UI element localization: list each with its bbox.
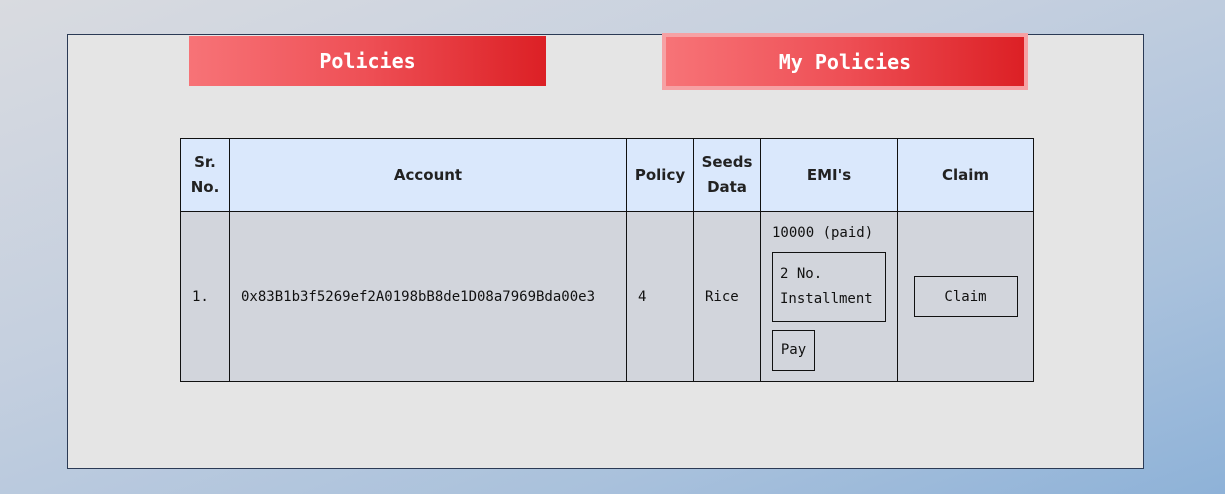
header-claim: Claim bbox=[897, 138, 1034, 212]
cell-emis: 10000 (paid) 2 No. Installment Pay bbox=[760, 211, 898, 382]
table-header-row: Sr. No. Account Policy Seeds Data EMI's … bbox=[180, 138, 1034, 212]
cell-account-address: 0x83B1b3f5269ef2A0198bB8de1D08a7969Bda00… bbox=[229, 211, 627, 382]
header-emis: EMI's bbox=[760, 138, 898, 212]
cell-seeds-data: Rice bbox=[693, 211, 761, 382]
header-sr-no: Sr. No. bbox=[180, 138, 230, 212]
cell-policy-id: 4 bbox=[626, 211, 694, 382]
policies-tab-button[interactable]: Policies bbox=[189, 36, 546, 86]
emi-paid-amount: 10000 (paid) bbox=[772, 224, 874, 241]
header-policy: Policy bbox=[626, 138, 694, 212]
cell-claim: Claim bbox=[897, 211, 1034, 382]
header-seeds-data: Seeds Data bbox=[693, 138, 761, 212]
table-row: 1. 0x83B1b3f5269ef2A0198bB8de1D08a7969Bd… bbox=[180, 211, 1034, 382]
cell-sr-no: 1. bbox=[180, 211, 230, 382]
claim-button[interactable]: Claim bbox=[913, 276, 1018, 317]
installment-count: 2 No. Installment bbox=[772, 251, 886, 322]
policies-table: Sr. No. Account Policy Seeds Data EMI's … bbox=[180, 138, 1034, 382]
header-account: Account bbox=[229, 138, 627, 212]
my-policies-tab-button[interactable]: My Policies bbox=[662, 33, 1028, 90]
pay-button[interactable]: Pay bbox=[772, 329, 815, 371]
